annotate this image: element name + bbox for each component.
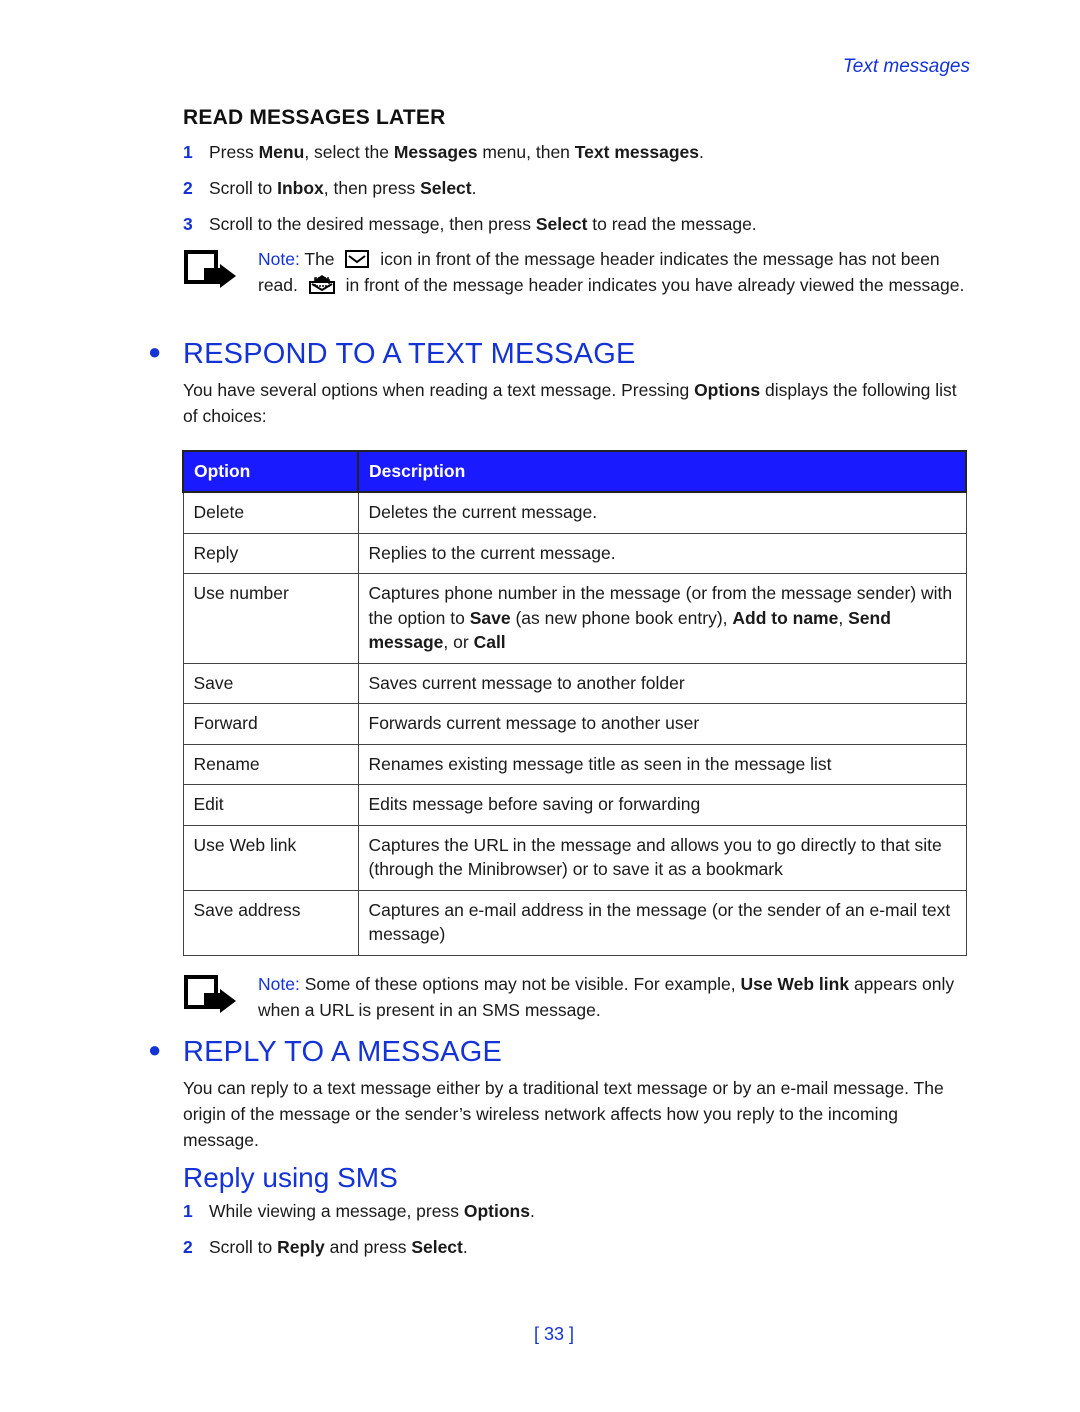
step-number: 1 [183, 1201, 193, 1221]
option-cell: Reply [182, 532, 359, 574]
note-text: Note: The icon in front of the message h… [258, 249, 965, 295]
column-header-option: Option [182, 450, 359, 493]
respond-heading: ● RESPOND TO A TEXT MESSAGE [148, 338, 636, 371]
page-number: [ 33 ] [533, 1324, 575, 1344]
reply-heading-text: REPLY TO A MESSAGE [183, 1036, 502, 1068]
option-cell: Forward [182, 703, 359, 745]
description-cell: Renames existing message title as seen i… [357, 743, 967, 785]
table-row: Forward Forwards current message to anoth… [182, 703, 967, 745]
bullet-icon: ● [148, 339, 162, 364]
note-label: Note: [258, 974, 300, 994]
option-cell: Use number [182, 573, 359, 664]
step: 2 Scroll to Reply and press Select. [183, 1235, 535, 1259]
column-header-description: Description [357, 450, 967, 493]
options-table: Option Description Delete Deletes the cur… [182, 450, 967, 956]
reply-heading: ● REPLY TO A MESSAGE [148, 1036, 502, 1069]
option-cell: Delete [182, 491, 359, 534]
step-number: 2 [183, 1237, 193, 1257]
table-row: Delete Deletes the current message. [182, 491, 967, 534]
reply-sms-heading: Reply using SMS [183, 1162, 398, 1193]
table-row: Use Web link Captures the URL in the mess… [182, 824, 967, 891]
step: 2 Scroll to Inbox, then press Select. [183, 176, 757, 200]
description-cell: Deletes the current message. [357, 491, 967, 534]
option-cell: Save address [182, 889, 359, 956]
table-row: Save address Captures an e-mail address i… [182, 889, 967, 956]
envelope-unread-icon [345, 250, 370, 268]
table-row: Save Saves current message to another fol… [182, 662, 967, 704]
table-row: Rename Renames existing message title as … [182, 743, 967, 785]
note-icon [184, 975, 236, 1013]
respond-heading-text: RESPOND TO A TEXT MESSAGE [183, 338, 636, 370]
step: 3 Scroll to the desired message, then pr… [183, 212, 757, 236]
option-cell: Use Web link [182, 824, 359, 891]
step-number: 2 [183, 178, 193, 198]
bullet-icon: ● [148, 1037, 162, 1062]
description-cell: Captures an e-mail address in the messag… [357, 889, 967, 956]
step-text: While viewing a message, press Options. [209, 1201, 535, 1221]
description-cell: Forwards current message to another user [357, 703, 967, 745]
note-unread-icons: Note: The icon in front of the message h… [184, 246, 968, 298]
table-row: Use number Captures phone number in the m… [182, 573, 967, 664]
note-icon [184, 250, 236, 288]
note-web-link: Note: Some of these options may not be v… [184, 971, 968, 1023]
read-later-steps: 1 Press Menu, select the Messages menu, … [183, 140, 757, 248]
note-text: Note: Some of these options may not be v… [258, 974, 955, 1020]
reply-intro: You can reply to a text message either b… [183, 1078, 944, 1150]
step-text: Scroll to Reply and press Select. [209, 1237, 468, 1257]
respond-intro: You have several options when reading a … [183, 380, 957, 426]
step-text: Scroll to the desired message, then pres… [209, 214, 757, 234]
description-cell: Saves current message to another folder [357, 662, 967, 704]
step-number: 3 [183, 214, 193, 234]
description-cell: Captures phone number in the message (or… [357, 573, 967, 664]
step: 1 Press Menu, select the Messages menu, … [183, 140, 757, 164]
table-row: Edit Edits message before saving or forwa… [182, 784, 967, 826]
table-header-row: Option Description [182, 450, 967, 493]
table-row: Reply Replies to the current message. [182, 532, 967, 574]
step-text: Scroll to Inbox, then press Select. [209, 178, 477, 198]
option-cell: Save [182, 662, 359, 704]
read-later-heading: READ MESSAGES LATER [183, 106, 446, 129]
note-label: Note: [258, 249, 300, 269]
description-cell: Captures the URL in the message and allo… [357, 824, 967, 891]
step: 1 While viewing a message, press Options… [183, 1199, 535, 1223]
step-number: 1 [183, 142, 193, 162]
running-head: Text messages [842, 56, 970, 77]
reply-steps: 1 While viewing a message, press Options… [183, 1199, 535, 1271]
step-text: Press Menu, select the Messages menu, th… [209, 142, 704, 162]
description-cell: Edits message before saving or forwardin… [357, 784, 967, 826]
description-cell: Replies to the current message. [357, 532, 967, 574]
option-cell: Rename [182, 743, 359, 785]
option-cell: Edit [182, 784, 359, 826]
envelope-read-icon [308, 275, 335, 294]
